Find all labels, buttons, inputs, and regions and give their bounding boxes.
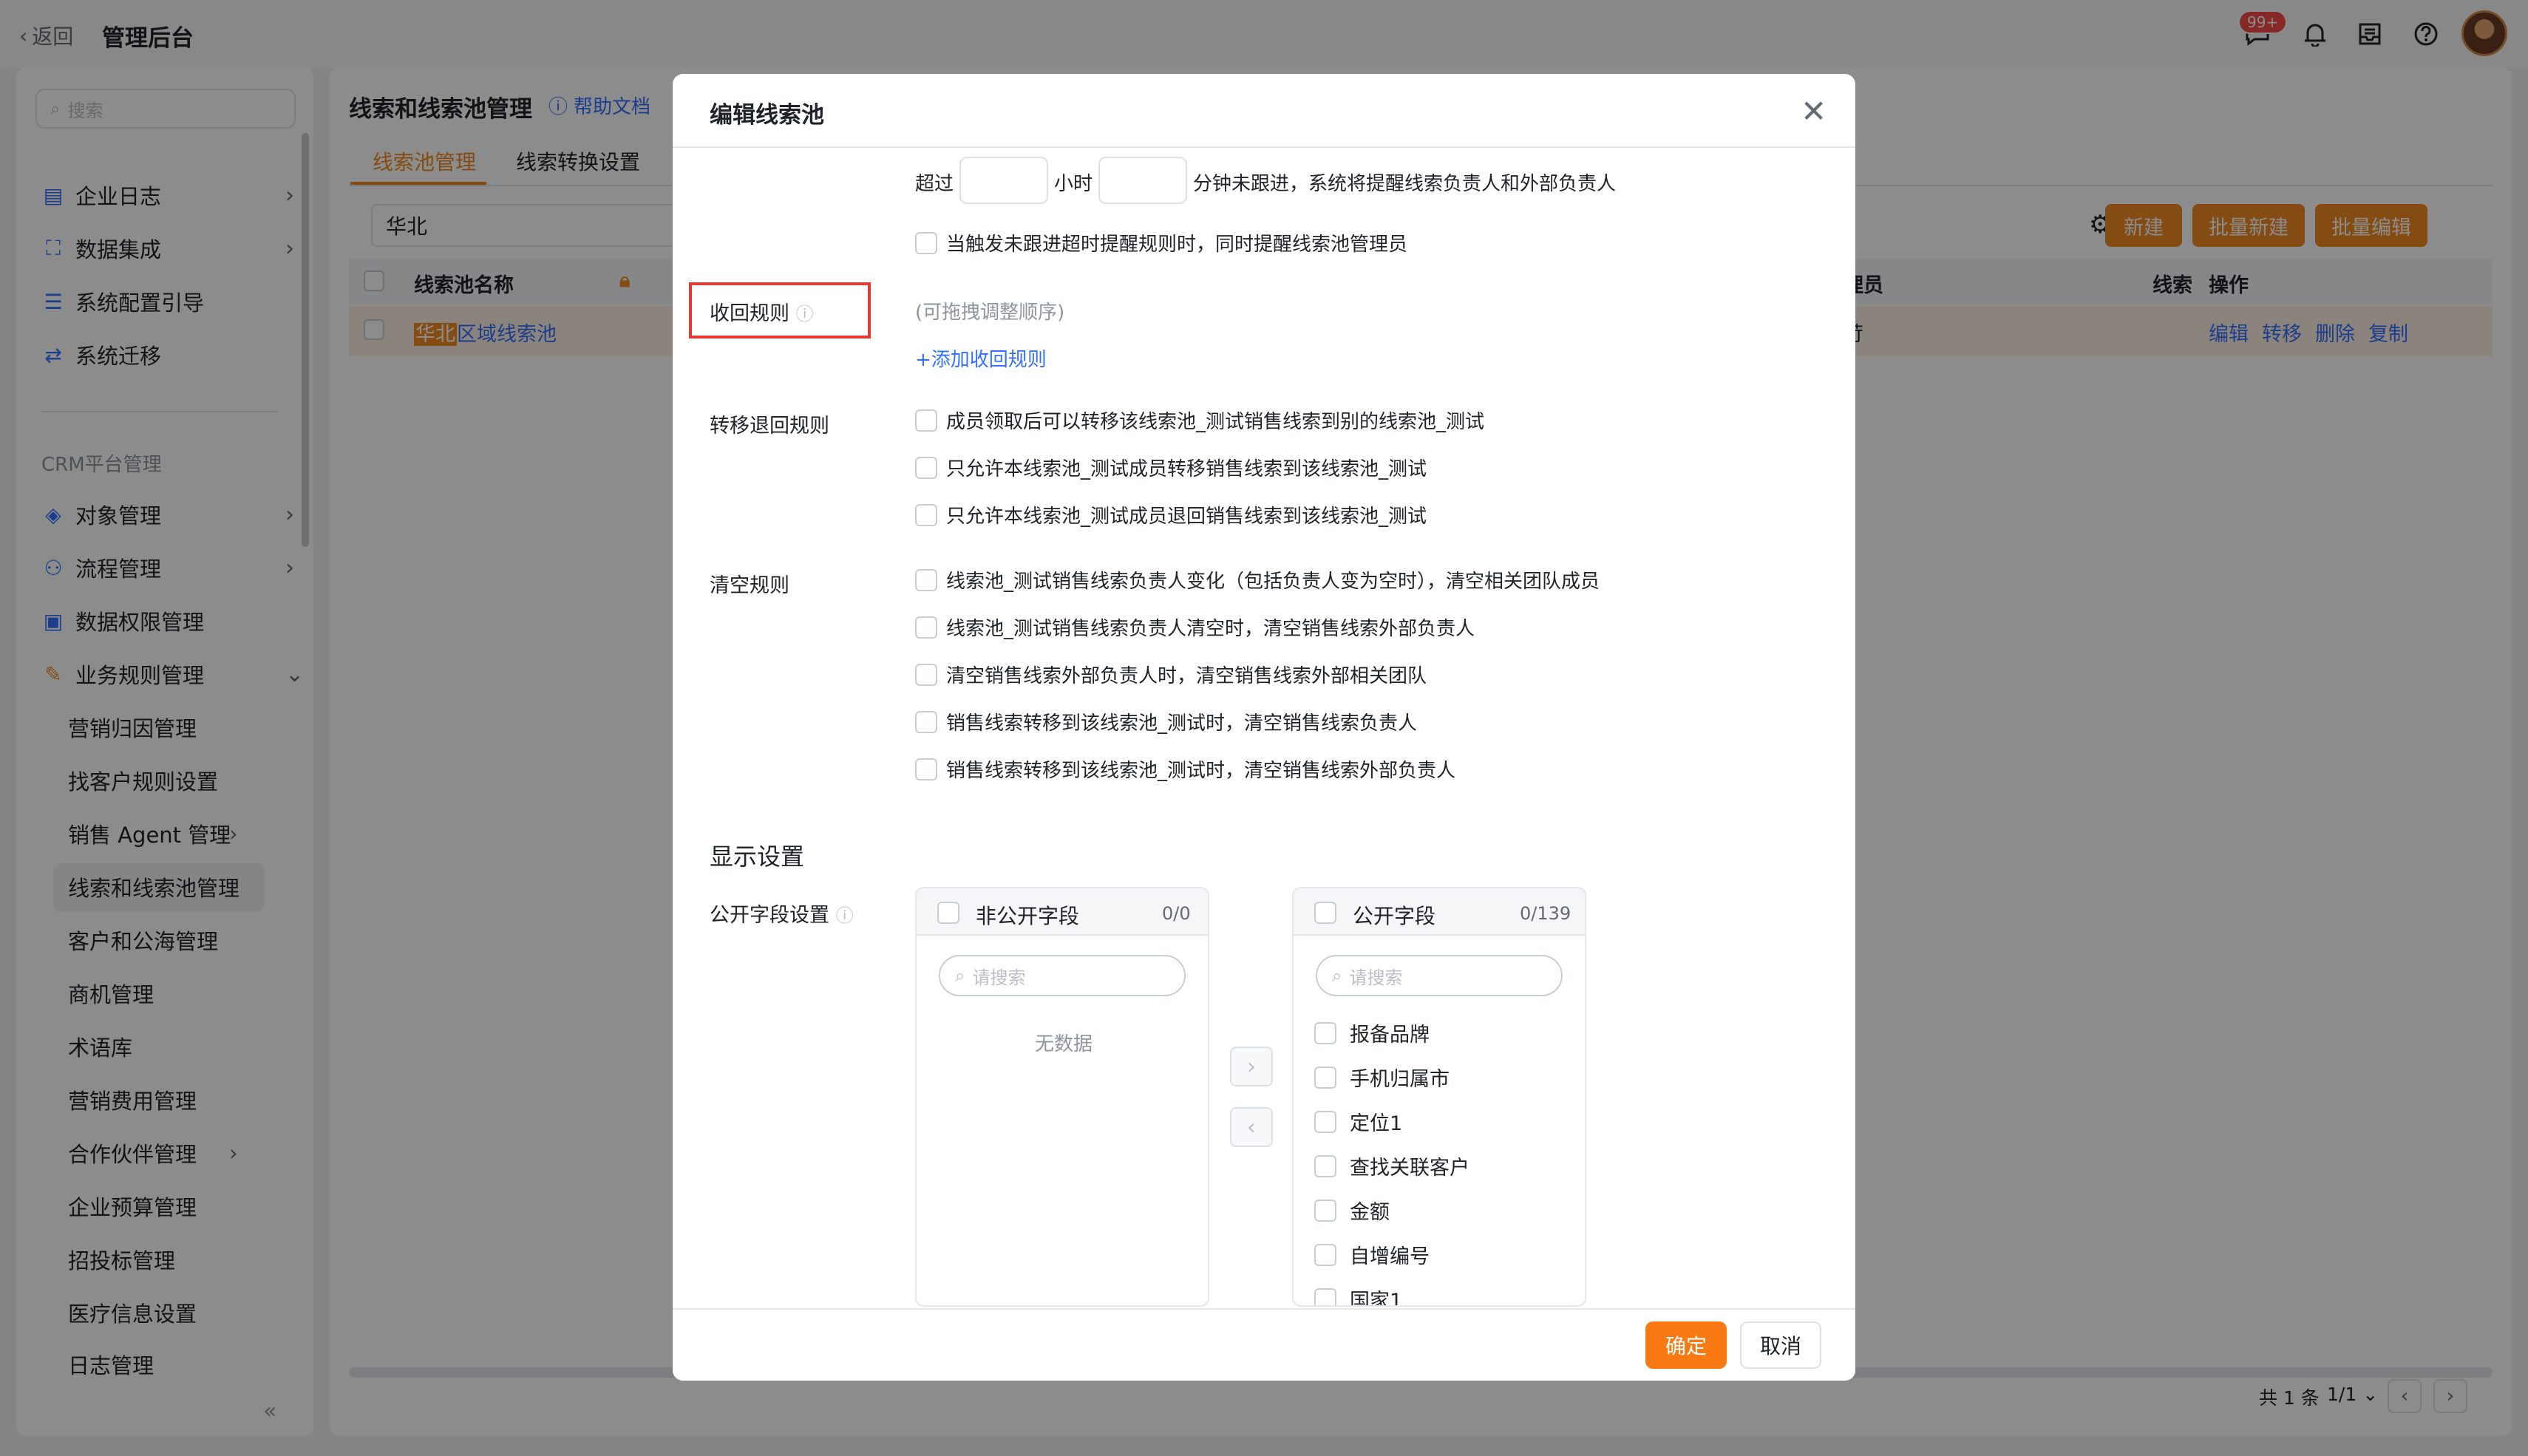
checkbox[interactable] bbox=[915, 616, 937, 639]
checkbox[interactable] bbox=[915, 758, 937, 780]
add-recall-rule-link[interactable]: +添加收回规则 bbox=[915, 344, 1047, 372]
move-left-button[interactable]: ‹ bbox=[1230, 1107, 1273, 1147]
checkbox[interactable] bbox=[1314, 1243, 1336, 1266]
item-label: 金额 bbox=[1350, 1201, 1390, 1224]
option-label: 线索池_测试销售线索负责人变化（包括负责人变为空时），清空相关团队成员 bbox=[946, 571, 1600, 593]
clear-rule-option[interactable]: 线索池_测试销售线索负责人清空时，清空销售线索外部负责人 bbox=[915, 613, 1475, 641]
public-fields-text: 公开字段设置 bbox=[710, 904, 829, 927]
display-settings-heading: 显示设置 bbox=[710, 843, 805, 871]
list-item[interactable]: 国家1 bbox=[1314, 1285, 1403, 1307]
checkbox[interactable] bbox=[1314, 1066, 1336, 1089]
timeout-suffix: 分钟未跟进，系统将提醒线索负责人和外部负责人 bbox=[1193, 173, 1617, 195]
recall-rules-text: 收回规则 bbox=[710, 302, 789, 325]
checkbox[interactable] bbox=[1314, 1110, 1336, 1133]
item-label: 查找关联客户 bbox=[1350, 1157, 1469, 1180]
move-right-button[interactable]: › bbox=[1230, 1047, 1273, 1086]
select-all-checkbox[interactable] bbox=[937, 902, 959, 924]
recall-rules-label: 收回规则 ⓘ bbox=[710, 297, 814, 326]
timeout-minutes-input[interactable] bbox=[1098, 157, 1187, 204]
dialog-title: 编辑线索池 bbox=[710, 102, 824, 129]
checkbox[interactable] bbox=[915, 409, 937, 432]
option-label: 线索池_测试销售线索负责人清空时，清空销售线索外部负责人 bbox=[946, 618, 1475, 640]
timeout-prefix: 超过 bbox=[915, 173, 954, 195]
checkbox[interactable] bbox=[915, 663, 937, 686]
timeout-hours-input[interactable] bbox=[959, 157, 1048, 204]
transfer-rule-option[interactable]: 成员领取后可以转移该线索池_测试销售线索到别的线索池_测试 bbox=[915, 406, 1484, 434]
clear-rules-label: 清空规则 bbox=[710, 574, 789, 597]
search-icon: ⌕ bbox=[1332, 965, 1342, 986]
help-circle-icon: ⓘ bbox=[835, 905, 854, 926]
list-item[interactable]: 定位1 bbox=[1314, 1107, 1402, 1136]
option-label: 当触发未跟进超时提醒规则时，同时提醒线索池管理员 bbox=[946, 234, 1408, 256]
empty-text: 无数据 bbox=[1035, 1033, 1093, 1055]
list-search-input[interactable]: ⌕ 请搜索 bbox=[1316, 955, 1563, 996]
checkbox[interactable] bbox=[1314, 1154, 1336, 1177]
option-label: 只允许本线索池_测试成员退回销售线索到该线索池_测试 bbox=[946, 506, 1427, 528]
non-public-fields-list: 非公开字段 0/0 ⌕ 请搜索 无数据 bbox=[915, 887, 1209, 1307]
clear-rule-option[interactable]: 销售线索转移到该线索池_测试时，清空销售线索外部负责人 bbox=[915, 755, 1455, 783]
search-placeholder: 请搜索 bbox=[972, 967, 1026, 988]
list-item[interactable]: 查找关联客户 bbox=[1314, 1151, 1469, 1180]
public-fields-label: 公开字段设置 ⓘ bbox=[710, 899, 854, 928]
transfer-rules-label: 转移退回规则 bbox=[710, 415, 829, 438]
clear-rule-option[interactable]: 清空销售线索外部负责人时，清空销售线索外部相关团队 bbox=[915, 661, 1427, 688]
checkbox[interactable] bbox=[915, 568, 937, 591]
clear-rule-option[interactable]: 线索池_测试销售线索负责人变化（包括负责人变为空时），清空相关团队成员 bbox=[915, 566, 1600, 593]
checkbox[interactable] bbox=[915, 710, 937, 733]
timeout-hours-label: 小时 bbox=[1054, 173, 1093, 195]
item-label: 手机归属市 bbox=[1350, 1068, 1450, 1091]
clear-rule-option[interactable]: 销售线索转移到该线索池_测试时，清空销售线索负责人 bbox=[915, 708, 1417, 735]
checkbox[interactable] bbox=[1314, 1287, 1336, 1305]
list-item[interactable]: 报备品牌 bbox=[1314, 1018, 1430, 1047]
notify-admin-option[interactable]: 当触发未跟进超时提醒规则时，同时提醒线索池管理员 bbox=[915, 229, 1407, 256]
option-label: 销售线索转移到该线索池_测试时，清空销售线索外部负责人 bbox=[946, 760, 1456, 782]
checkbox[interactable] bbox=[1314, 1021, 1336, 1044]
list-search-input[interactable]: ⌕ 请搜索 bbox=[939, 955, 1186, 996]
search-icon: ⌕ bbox=[955, 965, 965, 986]
option-label: 成员领取后可以转移该线索池_测试销售线索到别的线索池_测试 bbox=[946, 411, 1485, 433]
list-title: 公开字段 bbox=[1353, 904, 1436, 928]
dialog-header bbox=[673, 74, 1855, 148]
list-item[interactable]: 手机归属市 bbox=[1314, 1063, 1450, 1092]
option-label: 销售线索转移到该线索池_测试时，清空销售线索负责人 bbox=[946, 712, 1418, 735]
checkbox[interactable] bbox=[1314, 1199, 1336, 1222]
checkbox[interactable] bbox=[915, 503, 937, 526]
list-count: 0/139 bbox=[1520, 903, 1571, 924]
confirm-button[interactable]: 确定 bbox=[1645, 1321, 1727, 1369]
list-title: 非公开字段 bbox=[976, 904, 1080, 928]
checkbox[interactable] bbox=[915, 456, 937, 479]
public-fields-list: 公开字段 0/139 ⌕ 请搜索 报备品牌 手机归属市 定位1 查找关联客户 金… bbox=[1292, 887, 1586, 1307]
list-item[interactable]: 金额 bbox=[1314, 1196, 1390, 1225]
item-label: 定位1 bbox=[1350, 1112, 1403, 1135]
cancel-button[interactable]: 取消 bbox=[1740, 1321, 1821, 1369]
close-icon[interactable]: ✕ bbox=[1801, 93, 1827, 129]
list-count: 0/0 bbox=[1162, 903, 1191, 924]
search-placeholder: 请搜索 bbox=[1349, 967, 1403, 988]
option-label: 清空销售线索外部负责人时，清空销售线索外部相关团队 bbox=[946, 665, 1427, 687]
recall-hint: (可拖拽调整顺序) bbox=[915, 302, 1065, 324]
option-label: 只允许本线索池_测试成员转移销售线索到该线索池_测试 bbox=[946, 458, 1427, 480]
item-label: 报备品牌 bbox=[1350, 1024, 1430, 1047]
help-circle-icon: ⓘ bbox=[795, 304, 814, 324]
item-label: 国家1 bbox=[1350, 1290, 1403, 1307]
select-all-checkbox[interactable] bbox=[1314, 902, 1336, 924]
list-item[interactable]: 自增编号 bbox=[1314, 1240, 1430, 1269]
item-label: 自增编号 bbox=[1350, 1245, 1430, 1268]
edit-pool-dialog: 编辑线索池 ✕ 超过 小时 分钟未跟进，系统将提醒线索负责人和外部负责人 当触发… bbox=[673, 74, 1855, 1381]
transfer-rule-option[interactable]: 只允许本线索池_测试成员转移销售线索到该线索池_测试 bbox=[915, 454, 1427, 481]
transfer-rule-option[interactable]: 只允许本线索池_测试成员退回销售线索到该线索池_测试 bbox=[915, 501, 1427, 528]
checkbox[interactable] bbox=[915, 231, 937, 254]
